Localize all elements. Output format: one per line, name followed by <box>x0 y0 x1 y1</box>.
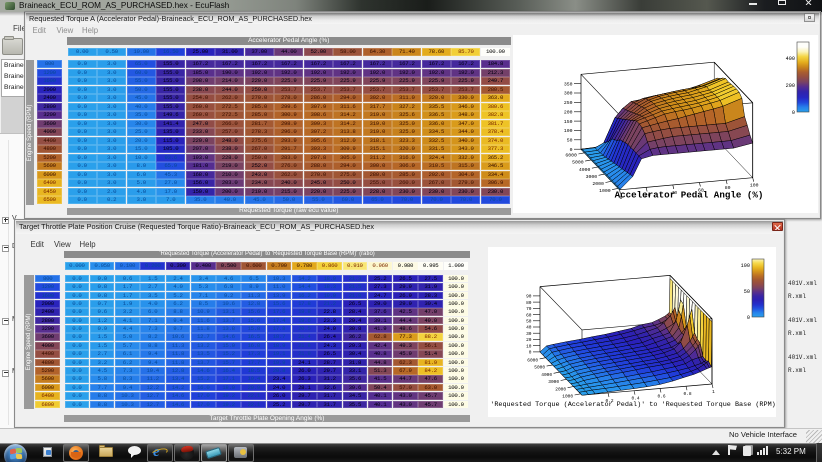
svg-text:0.6: 0.6 <box>657 394 665 400</box>
svg-text:20: 20 <box>526 337 532 343</box>
svg-text:400: 400 <box>786 56 795 62</box>
svg-text:350: 350 <box>564 81 573 87</box>
svg-text:60: 60 <box>526 312 532 318</box>
svg-text:5000: 5000 <box>534 365 545 371</box>
svg-text:70: 70 <box>526 306 532 312</box>
svg-text:0: 0 <box>792 110 795 116</box>
svg-text:6000: 6000 <box>565 153 577 159</box>
svg-text:3000: 3000 <box>586 174 598 180</box>
svg-text:0: 0 <box>529 350 532 356</box>
svg-text:0: 0 <box>747 315 750 321</box>
svg-text:4000: 4000 <box>579 167 591 173</box>
svg-text:100: 100 <box>741 263 750 269</box>
svg-text:0.8: 0.8 <box>683 391 691 397</box>
svg-text:50: 50 <box>567 138 573 144</box>
svg-text:50: 50 <box>526 319 532 325</box>
svg-text:30: 30 <box>526 331 532 337</box>
svg-text:150: 150 <box>564 119 573 125</box>
svg-text:300: 300 <box>564 91 573 97</box>
svg-text:1: 1 <box>712 389 715 395</box>
svg-text:80: 80 <box>526 300 532 306</box>
svg-text:2000: 2000 <box>555 386 566 392</box>
svg-text:0: 0 <box>570 147 573 153</box>
svg-text:90: 90 <box>526 294 532 300</box>
svg-text:1000: 1000 <box>599 188 611 194</box>
svg-text:3000: 3000 <box>548 379 559 385</box>
svg-text:100: 100 <box>564 128 573 134</box>
svg-text:200: 200 <box>564 110 573 116</box>
svg-text:50: 50 <box>744 289 750 295</box>
svg-text:2000: 2000 <box>592 181 604 187</box>
svg-text:10: 10 <box>526 343 532 349</box>
svg-text:'Requested Torque (Accelerator: 'Requested Torque (Accelerator Pedal)' t… <box>490 401 776 409</box>
svg-text:200: 200 <box>786 83 795 89</box>
svg-text:5000: 5000 <box>572 160 584 166</box>
svg-text:250: 250 <box>564 100 573 106</box>
svg-text:40: 40 <box>526 325 532 331</box>
svg-text:6000: 6000 <box>527 358 538 364</box>
svg-text:1000: 1000 <box>562 394 573 400</box>
svg-text:4000: 4000 <box>541 372 552 378</box>
svg-text:100: 100 <box>750 183 759 189</box>
svg-text:Accelerator Pedal Angle (%): Accelerator Pedal Angle (%) <box>615 190 764 201</box>
